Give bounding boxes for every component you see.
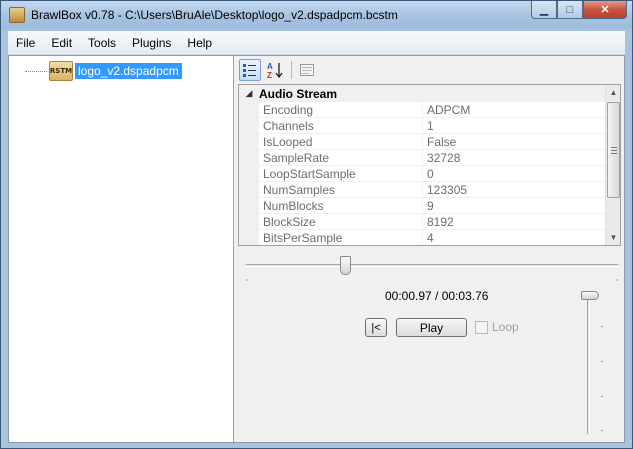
property-row[interactable]: NumBlocks 9 <box>259 198 607 214</box>
categorized-button[interactable] <box>239 59 261 81</box>
property-row[interactable]: Channels 1 <box>259 118 607 134</box>
menu-edit[interactable]: Edit <box>43 36 80 50</box>
loop-checkbox[interactable]: Loop <box>475 320 519 334</box>
client-area: RSTM logo_v2.dspadpcm A Z ◢ Audio Stream… <box>8 55 625 443</box>
close-icon: ✕ <box>600 4 610 16</box>
volume-tick <box>601 326 603 327</box>
menu-help[interactable]: Help <box>179 36 220 50</box>
property-row[interactable]: SampleRate 32728 <box>259 150 607 166</box>
property-name: BitsPerSample <box>259 230 423 245</box>
scrollbar-thumb[interactable] <box>607 102 620 198</box>
app-window: BrawlBox v0.78 - C:\Users\BruAle\Desktop… <box>0 0 633 449</box>
property-name: IsLooped <box>259 134 423 149</box>
property-grid-toolbar: A Z <box>239 57 321 83</box>
caption-buttons: ▁ □ ✕ <box>531 1 627 21</box>
property-row[interactable]: NumSamples 123305 <box>259 182 607 198</box>
loop-checkbox-box[interactable] <box>475 320 488 334</box>
menu-tools[interactable]: Tools <box>80 36 124 50</box>
property-name: NumSamples <box>259 182 423 197</box>
property-name: NumBlocks <box>259 198 423 213</box>
title-bar[interactable]: BrawlBox v0.78 - C:\Users\BruAle\Desktop… <box>1 1 632 29</box>
seek-ticks <box>246 279 618 281</box>
property-value: 0 <box>427 166 434 181</box>
property-value: 8192 <box>427 214 454 229</box>
playback-time: 00:00.97 / 00:03.76 <box>385 289 489 303</box>
category-label: Audio Stream <box>259 86 338 101</box>
menu-plugins[interactable]: Plugins <box>124 36 179 50</box>
loop-label: Loop <box>492 320 519 334</box>
right-panel: A Z ◢ Audio Stream Encoding ADPCM Channe… <box>235 56 624 442</box>
volume-slider[interactable] <box>587 294 590 434</box>
close-button[interactable]: ✕ <box>583 1 627 19</box>
volume-tick <box>601 396 603 397</box>
property-value: 4 <box>427 230 434 245</box>
resource-tree[interactable]: RSTM logo_v2.dspadpcm <box>9 56 234 442</box>
menu-bar: File Edit Tools Plugins Help <box>8 31 625 55</box>
sort-az-icon: A Z <box>267 62 283 79</box>
play-button[interactable]: Play <box>396 318 467 337</box>
toolbar-separator <box>291 61 292 79</box>
tree-node-label[interactable]: logo_v2.dspadpcm <box>75 63 182 79</box>
property-row[interactable]: Encoding ADPCM <box>259 102 607 118</box>
property-value: ADPCM <box>427 102 471 117</box>
grip-icon <box>611 147 617 154</box>
property-pages-button[interactable] <box>296 59 318 81</box>
minimize-button[interactable]: ▁ <box>531 1 557 19</box>
scroll-down-arrow-icon[interactable]: ▼ <box>606 230 620 245</box>
property-row[interactable]: BlockSize 8192 <box>259 214 607 230</box>
alphabetical-button[interactable]: A Z <box>264 59 286 81</box>
volume-slider-thumb[interactable] <box>581 291 599 300</box>
property-name: Encoding <box>259 102 423 117</box>
maximize-button[interactable]: □ <box>557 1 583 19</box>
svg-text:A: A <box>267 62 273 71</box>
property-name: LoopStartSample <box>259 166 423 181</box>
maximize-icon: □ <box>566 3 574 16</box>
property-value: 123305 <box>427 182 468 197</box>
category-audio-stream[interactable]: ◢ Audio Stream <box>239 85 607 102</box>
seek-slider[interactable] <box>246 264 618 267</box>
svg-text:Z: Z <box>267 71 272 79</box>
tree-connector <box>25 70 47 72</box>
property-grid[interactable]: ◢ Audio Stream Encoding ADPCM Channels 1… <box>238 84 621 246</box>
seek-slider-thumb[interactable] <box>339 256 351 275</box>
volume-tick <box>601 430 603 431</box>
property-name: Channels <box>259 118 423 133</box>
property-name: BlockSize <box>259 214 423 229</box>
property-row[interactable]: IsLooped False <box>259 134 607 150</box>
scroll-up-arrow-icon[interactable]: ▲ <box>606 85 620 100</box>
rstm-file-icon: RSTM <box>49 61 73 81</box>
minimize-icon: ▁ <box>539 4 549 16</box>
menu-file[interactable]: File <box>8 36 43 50</box>
categorized-icon <box>243 64 256 77</box>
property-value: False <box>427 134 457 149</box>
grid-margin <box>239 85 259 245</box>
app-icon <box>9 7 25 23</box>
tree-node-rstm[interactable]: RSTM logo_v2.dspadpcm <box>13 60 182 82</box>
restart-button[interactable]: |< <box>365 318 387 337</box>
property-row[interactable]: LoopStartSample 0 <box>259 166 607 182</box>
property-value: 9 <box>427 198 434 213</box>
property-name: SampleRate <box>259 150 423 165</box>
property-value: 32728 <box>427 150 461 165</box>
volume-tick <box>601 361 603 362</box>
window-title: BrawlBox v0.78 - C:\Users\BruAle\Desktop… <box>31 8 398 22</box>
grid-scrollbar[interactable]: ▲ ▼ <box>605 85 620 245</box>
property-pages-icon <box>300 64 314 76</box>
property-value: 1 <box>427 118 434 133</box>
property-row[interactable]: BitsPerSample 4 <box>259 230 607 245</box>
collapse-triangle-icon[interactable]: ◢ <box>239 88 259 99</box>
